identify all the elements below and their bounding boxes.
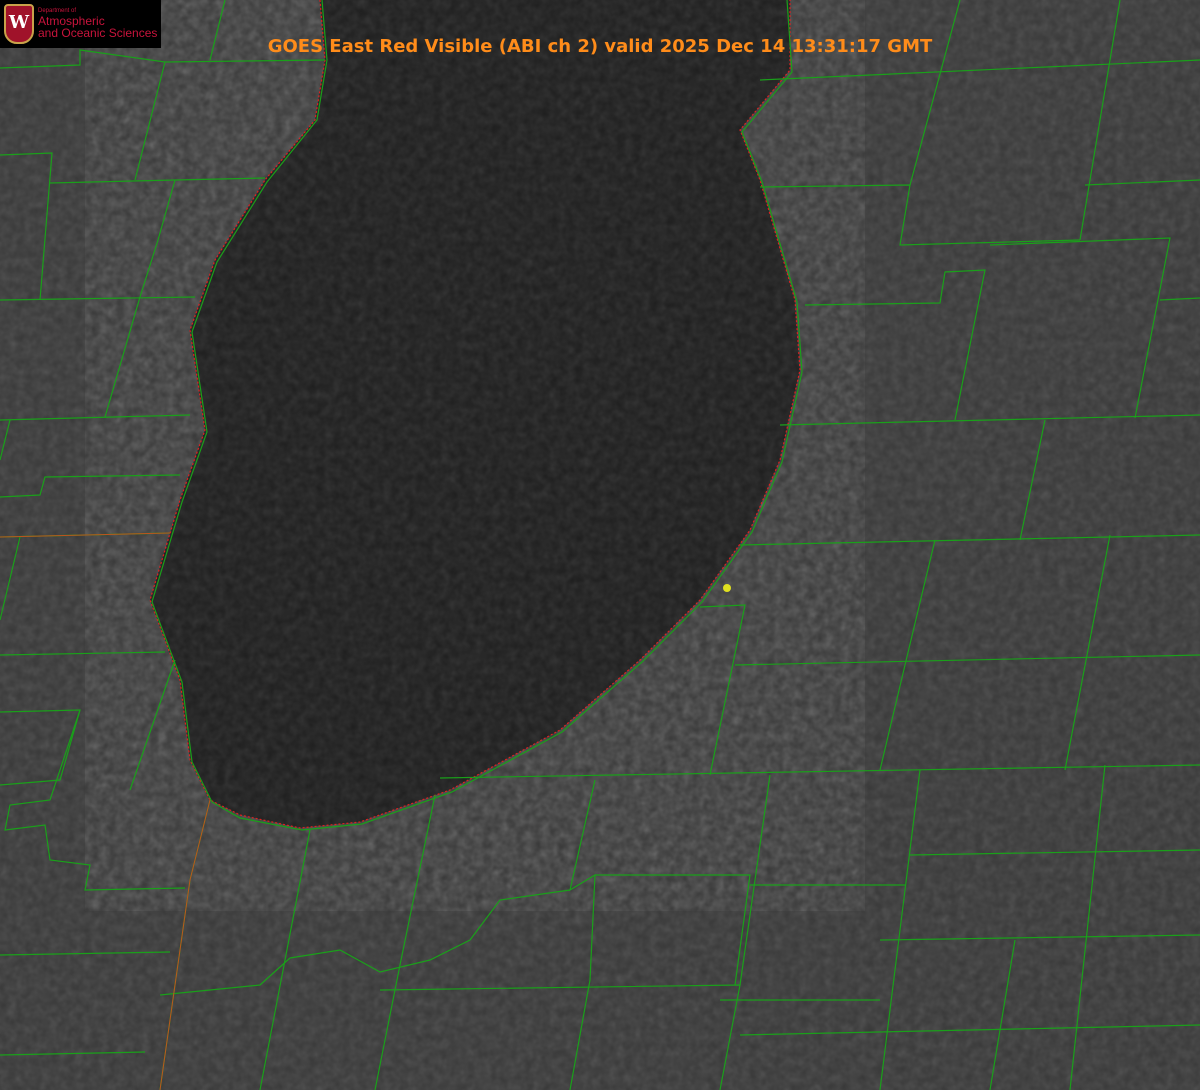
logo-text: Department of Atmospheric and Oceanic Sc…: [38, 8, 157, 39]
satellite-map[interactable]: W Department of Atmospheric and Oceanic …: [0, 0, 1200, 1090]
location-marker: [723, 584, 731, 592]
map-layer: [0, 0, 1200, 1090]
image-title: GOES East Red Visible (ABI ch 2) valid 2…: [267, 36, 933, 57]
